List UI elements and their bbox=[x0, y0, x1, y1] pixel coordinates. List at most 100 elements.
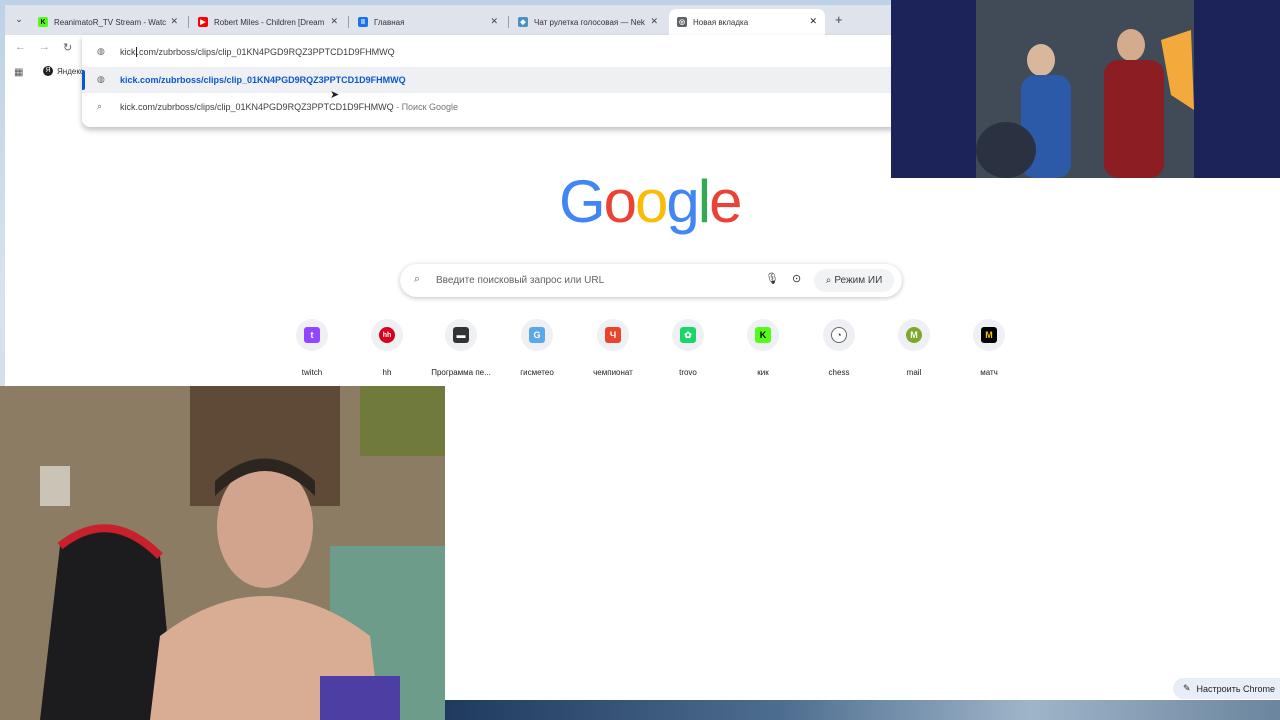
close-icon[interactable]: ✕ bbox=[650, 16, 658, 27]
search-icon: ⌕ bbox=[414, 273, 421, 285]
desktop-wallpaper-strip bbox=[445, 700, 1280, 720]
tab-title: ReanimatoR_TV Stream - Watch bbox=[54, 17, 166, 27]
customize-chrome-label: Настроить Chrome bbox=[1196, 683, 1276, 694]
bookmark-label: Яндекс bbox=[57, 66, 84, 76]
close-icon[interactable]: ✕ bbox=[490, 16, 498, 27]
pencil-icon: ✎ bbox=[1183, 683, 1191, 693]
mouse-pointer-icon: ➤ bbox=[330, 89, 340, 101]
shortcut-label: chess bbox=[828, 368, 850, 377]
customize-chrome-button[interactable]: ✎ Настроить Chrome bbox=[1173, 678, 1280, 699]
logo-letter: e bbox=[709, 168, 742, 235]
hh-icon: hh bbox=[379, 327, 395, 343]
ai-mode-button[interactable]: ⌕ Режим ИИ bbox=[814, 269, 894, 292]
tab-reanimator[interactable]: K ReanimatoR_TV Stream - Watch ✕ bbox=[30, 9, 186, 35]
shortcut-tile: ▬ bbox=[445, 319, 477, 351]
match-icon: M bbox=[981, 327, 997, 343]
logo-letter: o bbox=[635, 168, 668, 235]
close-icon[interactable]: ✕ bbox=[330, 16, 338, 27]
omnibox-typed-text: kick bbox=[120, 47, 136, 57]
shortcut-label: чемпионат bbox=[593, 368, 633, 377]
tab-title: Чат рулетка голосовая — Nek bbox=[534, 17, 645, 27]
logo-letter: o bbox=[603, 168, 637, 235]
twitch-icon: t bbox=[304, 327, 320, 343]
shortcut-tile: M bbox=[973, 319, 1005, 351]
reload-icon[interactable]: ↻ bbox=[63, 41, 72, 54]
search-icon: ⌕ bbox=[97, 101, 103, 111]
logo-letter: g bbox=[666, 168, 699, 235]
shortcut-tile: ◔ bbox=[823, 319, 855, 351]
suggestion-search-suffix: - Поиск Google bbox=[393, 102, 459, 112]
shortcut-label: twitch bbox=[301, 368, 323, 377]
shortcut-twitch[interactable]: t twitch bbox=[277, 319, 347, 377]
tab-chat-roulette[interactable]: ◆ Чат рулетка голосовая — Nek ✕ bbox=[510, 9, 666, 35]
close-icon[interactable]: ✕ bbox=[809, 16, 817, 27]
back-arrow-icon[interactable]: ← bbox=[15, 41, 26, 53]
shortcut-label: hh bbox=[382, 368, 392, 377]
shortcut-tile: t bbox=[296, 319, 328, 351]
pause-icon: II bbox=[358, 17, 368, 27]
shortcut-chess[interactable]: ◔ chess bbox=[804, 319, 874, 377]
new-tab-plus-icon[interactable]: + bbox=[835, 12, 843, 27]
shortcut-label: матч bbox=[980, 368, 998, 377]
apps-grid-icon[interactable]: ▦ bbox=[14, 67, 23, 78]
google-lens-icon[interactable]: ⊙ bbox=[792, 272, 801, 285]
suggestion-search-query: kick.com/zubrboss/clips/clip_01KN4PGD9RQ… bbox=[120, 102, 394, 112]
close-icon[interactable]: ✕ bbox=[170, 16, 178, 27]
webcam-image bbox=[0, 386, 445, 720]
nekto-icon: ◆ bbox=[518, 17, 528, 27]
shortcut-gismeteo[interactable]: G гисметео bbox=[502, 319, 572, 377]
shortcut-trovo[interactable]: ✿ trovo bbox=[653, 319, 723, 377]
kick-icon: K bbox=[755, 327, 771, 343]
shortcut-tile: M bbox=[898, 319, 930, 351]
bookmark-yandex[interactable]: Я Яндекс bbox=[43, 66, 84, 76]
webcam-overlay bbox=[0, 386, 445, 720]
tab-separator bbox=[348, 16, 349, 28]
tab-robert-miles[interactable]: ▶ Robert Miles - Children [Dream ✕ bbox=[190, 9, 346, 35]
tab-search-chevron-icon[interactable]: ⌄ bbox=[11, 11, 27, 27]
omnibox-input[interactable]: kick.com/zubrboss/clips/clip_01KN4PGD9RQ… bbox=[120, 47, 395, 57]
shortcut-tile: hh bbox=[371, 319, 403, 351]
ai-mode-label: Режим ИИ bbox=[834, 275, 883, 286]
tab-separator bbox=[188, 16, 189, 28]
google-search-box[interactable]: ⌕ 🎙 ⊙ ⌕ Режим ИИ bbox=[400, 264, 902, 297]
shortcut-kick[interactable]: K кик bbox=[728, 319, 798, 377]
forward-arrow-icon[interactable]: → bbox=[39, 41, 50, 53]
shortcut-tile: ✿ bbox=[672, 319, 704, 351]
kick-icon: K bbox=[38, 17, 48, 27]
shortcut-label: гисметео bbox=[520, 368, 554, 377]
search-input[interactable] bbox=[436, 272, 756, 288]
tab-title: Главная bbox=[374, 17, 405, 27]
shortcut-label: mail bbox=[906, 368, 922, 377]
omnibox-autocomplete-text: .com/zubrboss/clips/clip_01KN4PGD9RQZ3PP… bbox=[136, 47, 395, 57]
shortcut-label: Программа пе... bbox=[431, 368, 491, 377]
shortcut-mail[interactable]: M mail bbox=[879, 319, 949, 377]
tv-program-icon: ▬ bbox=[453, 327, 469, 343]
chrome-icon: ◎ bbox=[677, 17, 687, 27]
tab-title: Robert Miles - Children [Dream bbox=[214, 17, 325, 27]
omnibox-input-row[interactable]: ◍ kick.com/zubrboss/clips/clip_01KN4PGD9… bbox=[82, 39, 902, 65]
suggestion-search-text: kick.com/zubrboss/clips/clip_01KN4PGD9RQ… bbox=[120, 102, 458, 112]
shortcut-tile: G bbox=[521, 319, 553, 351]
tab-separator bbox=[508, 16, 509, 28]
youtube-icon: ▶ bbox=[198, 17, 208, 27]
suggestion-url[interactable]: ◍ kick.com/zubrboss/clips/clip_01KN4PGD9… bbox=[82, 67, 902, 93]
tab-glavnaya[interactable]: II Главная ✕ bbox=[350, 9, 506, 35]
suggestion-search[interactable]: ⌕ kick.com/zubrboss/clips/clip_01KN4PGD9… bbox=[82, 94, 902, 120]
tab-new-tab[interactable]: ◎ Новая вкладка ✕ bbox=[669, 9, 825, 35]
shortcut-match[interactable]: M матч bbox=[954, 319, 1024, 377]
championat-icon: Ч bbox=[605, 327, 621, 343]
mail-icon: M bbox=[906, 327, 922, 343]
shortcut-tile: Ч bbox=[597, 319, 629, 351]
trovo-icon: ✿ bbox=[680, 327, 696, 343]
tab-title: Новая вкладка bbox=[693, 17, 749, 27]
shortcut-hh[interactable]: hh hh bbox=[352, 319, 422, 377]
shortcut-championat[interactable]: Ч чемпионат bbox=[578, 319, 648, 377]
microphone-icon[interactable]: 🎙 bbox=[765, 272, 779, 285]
google-logo: Google bbox=[559, 167, 743, 237]
chess-icon: ◔ bbox=[831, 327, 847, 343]
shortcut-tv-program[interactable]: ▬ Программа пе... bbox=[426, 319, 496, 377]
omnibox-dropdown: ◍ kick.com/zubrboss/clips/clip_01KN4PGD9… bbox=[82, 35, 902, 127]
shortcut-label: trovo bbox=[679, 368, 697, 377]
shortcut-tile: K bbox=[747, 319, 779, 351]
logo-letter: l bbox=[697, 168, 711, 235]
